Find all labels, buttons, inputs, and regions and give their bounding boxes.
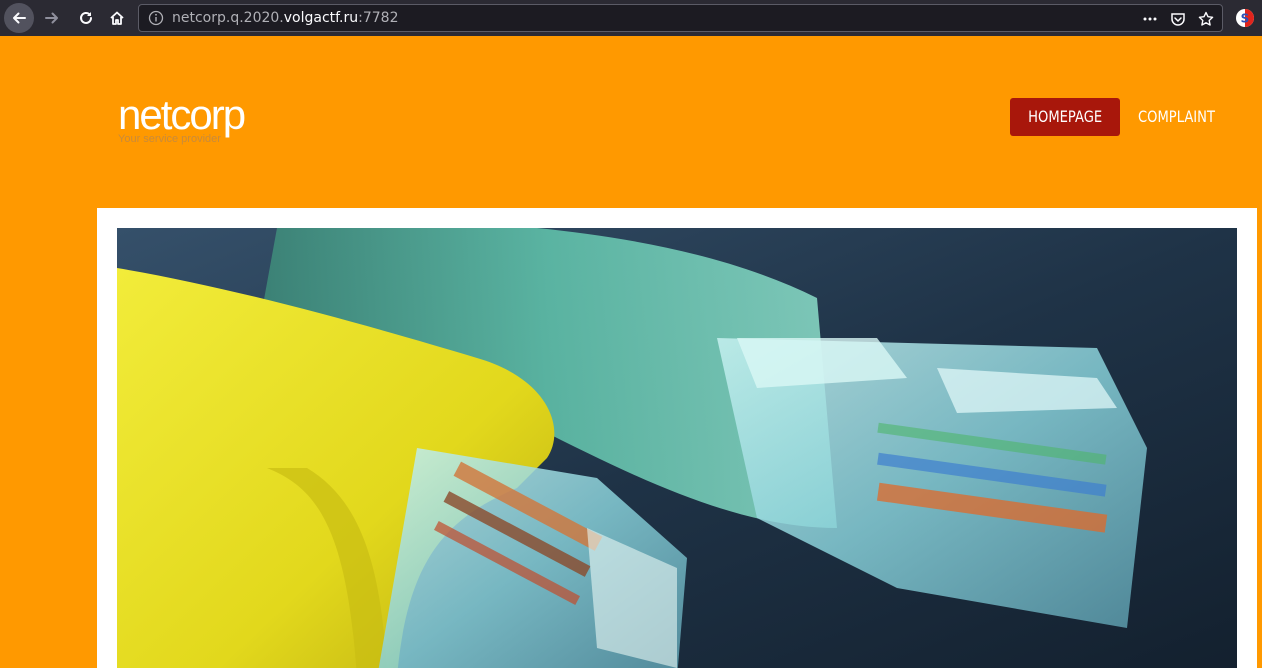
browser-toolbar: netcorp.q.2020.volgactf.ru:7782 S xyxy=(0,0,1262,36)
nav-homepage[interactable]: HOMEPAGE xyxy=(1010,98,1120,136)
home-icon xyxy=(110,11,124,25)
pocket-icon[interactable] xyxy=(1168,9,1188,29)
main-nav: HOMEPAGE COMPLAINT xyxy=(1010,98,1215,136)
site-tagline: Your service provider xyxy=(118,133,221,145)
hero-image xyxy=(117,228,1237,668)
back-button[interactable] xyxy=(4,3,34,33)
reload-icon xyxy=(80,11,92,24)
forward-icon xyxy=(45,12,58,24)
page: netcorp Your service provider HOMEPAGE C… xyxy=(0,36,1262,668)
back-icon xyxy=(13,12,26,24)
url-domain: volgactf.ru xyxy=(283,10,359,26)
url-suffix: :7782 xyxy=(358,10,399,26)
nav-homepage-label: HOMEPAGE xyxy=(1027,107,1103,126)
url-bar[interactable]: netcorp.q.2020.volgactf.ru:7782 xyxy=(138,4,1223,32)
url-prefix: netcorp.q.2020. xyxy=(172,10,284,26)
nav-complaint[interactable]: COMPLAINT xyxy=(1138,98,1215,136)
extension-icon[interactable]: S xyxy=(1234,7,1256,29)
more-icon[interactable] xyxy=(1140,9,1160,29)
home-button[interactable] xyxy=(102,3,132,33)
reload-button[interactable] xyxy=(71,3,101,33)
url-text[interactable]: netcorp.q.2020.volgactf.ru:7782 xyxy=(172,10,399,26)
content-box xyxy=(97,208,1257,668)
info-icon[interactable] xyxy=(148,10,164,30)
site-logo[interactable]: netcorp xyxy=(118,92,246,138)
url-actions xyxy=(1140,9,1216,29)
star-icon[interactable] xyxy=(1196,9,1216,29)
network-cables-photo xyxy=(117,228,1237,668)
svg-text:S: S xyxy=(1241,12,1250,26)
forward-button[interactable] xyxy=(37,3,67,33)
